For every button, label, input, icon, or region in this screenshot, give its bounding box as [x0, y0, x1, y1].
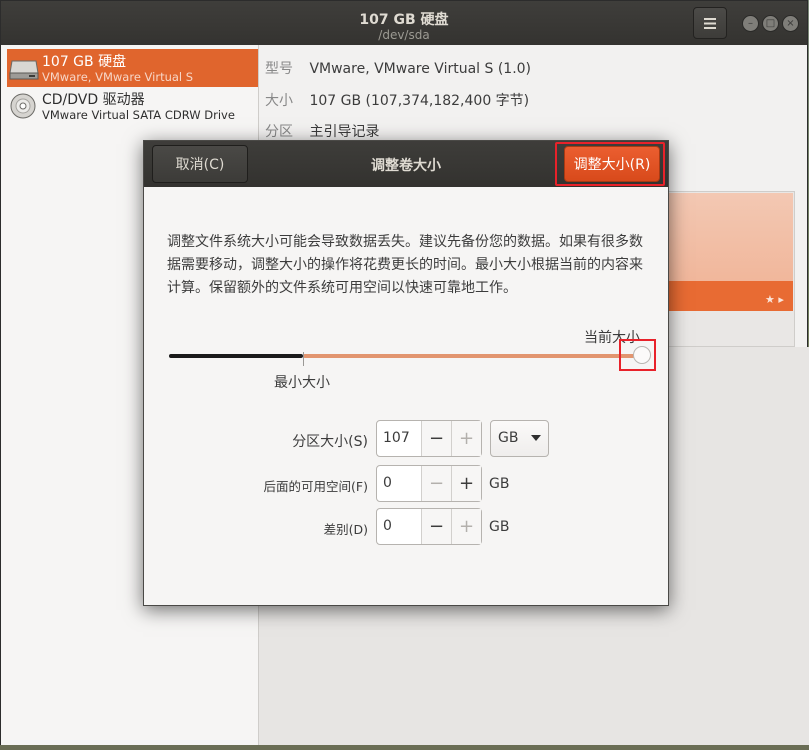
free-after-input[interactable]: 0 — [383, 475, 392, 491]
star-icon: ★ ▸ — [765, 293, 784, 306]
resize-warning-text: 调整文件系统大小可能会导致数据丢失。建议先备份您的数据。如果有很多数据需要移动，… — [167, 234, 643, 296]
min-size-label: 最小大小 — [274, 375, 330, 391]
info-model: 型号 VMware, VMware Virtual S (1.0) — [265, 58, 531, 78]
close-icon: × — [786, 17, 795, 29]
slider-minimum-mark — [303, 352, 304, 366]
maximize-button[interactable]: □ — [762, 15, 779, 32]
increase-button[interactable]: + — [451, 466, 481, 501]
slider-track[interactable] — [303, 354, 640, 358]
sidebar-item-sublabel: VMware, VMware Virtual S — [42, 70, 194, 84]
resize-volume-dialog: 取消(C) 调整卷大小 调整大小(R) 调整文件系统大小可能会导致数据丢失。建议… — [143, 140, 669, 606]
decrease-button[interactable]: − — [421, 509, 451, 544]
hamburger-menu-icon — [704, 17, 716, 29]
unit-selected-value: GB — [498, 430, 519, 446]
info-partitioning-key: 分区 — [265, 124, 293, 140]
free-after-label: 后面的可用空间(F) — [263, 479, 368, 494]
sidebar-item-label: CD/DVD 驱动器 — [42, 92, 145, 108]
window-title: 107 GB 硬盘 — [359, 12, 449, 28]
info-partitioning-value: 主引导记录 — [309, 124, 380, 140]
difference-label: 差别(D) — [323, 522, 368, 537]
sidebar-item-hard-disk[interactable]: 107 GB 硬盘 VMware, VMware Virtual S — [7, 49, 258, 87]
unit-dropdown[interactable]: GB — [490, 420, 549, 457]
resize-button[interactable]: 调整大小(R) — [564, 146, 660, 182]
dialog-header: 取消(C) 调整卷大小 调整大小(R) — [144, 141, 668, 187]
maximize-icon: □ — [765, 17, 776, 29]
info-model-value: VMware, VMware Virtual S (1.0) — [309, 61, 532, 77]
free-after-spinbox: 0 − + — [376, 465, 482, 502]
difference-spinbox: 0 − + — [376, 508, 482, 545]
close-button[interactable]: × — [782, 15, 799, 32]
minimize-icon: – — [748, 17, 753, 29]
info-size-value: 107 GB (107,374,182,400 字节) — [309, 93, 530, 109]
decrease-button[interactable]: − — [421, 421, 451, 456]
hard-disk-icon — [9, 60, 39, 80]
titlebar: 107 GB 硬盘 /dev/sda – □ × — [1, 1, 807, 45]
partition-size-label: 分区大小(S) — [292, 434, 368, 450]
minimize-button[interactable]: – — [742, 15, 759, 32]
info-partitioning: 分区 主引导记录 — [265, 121, 379, 141]
slider-used-track — [169, 354, 303, 358]
increase-button[interactable]: + — [451, 509, 481, 544]
sidebar-item-cd-dvd[interactable]: CD/DVD 驱动器 VMware Virtual SATA CDRW Driv… — [7, 87, 258, 125]
partition-size-input[interactable]: 107 — [383, 430, 410, 446]
info-model-key: 型号 — [265, 61, 293, 77]
optical-disc-icon — [10, 93, 36, 119]
info-size-key: 大小 — [265, 93, 293, 109]
info-size: 大小 107 GB (107,374,182,400 字节) — [265, 90, 529, 110]
sidebar-item-label: 107 GB 硬盘 — [42, 54, 127, 70]
window-subtitle: /dev/sda — [378, 28, 430, 42]
difference-unit: GB — [489, 519, 510, 535]
menu-button[interactable] — [693, 7, 727, 39]
free-after-unit: GB — [489, 476, 510, 492]
chevron-down-icon — [531, 435, 541, 441]
sidebar-item-sublabel: VMware Virtual SATA CDRW Drive — [42, 108, 235, 122]
partition-size-spinbox: 107 − + — [376, 420, 482, 457]
decrease-button[interactable]: − — [421, 466, 451, 501]
increase-button[interactable]: + — [451, 421, 481, 456]
slider-handle-highlight — [619, 339, 656, 371]
difference-input[interactable]: 0 — [383, 518, 392, 534]
